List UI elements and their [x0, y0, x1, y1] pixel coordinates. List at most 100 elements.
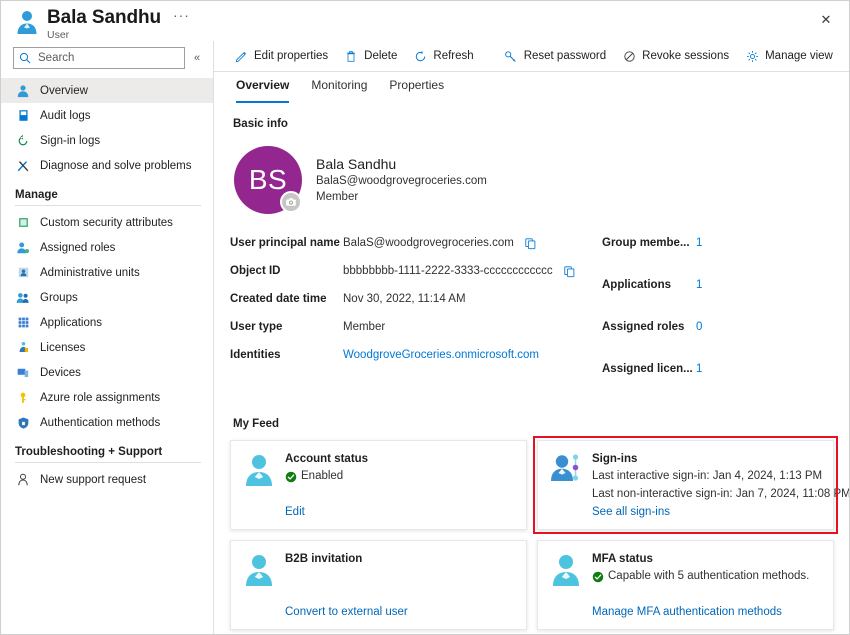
- person-icon: [550, 552, 584, 620]
- blade-header: Bala Sandhu ··· User ✕: [1, 1, 849, 41]
- info-row-assigned-roles: Assigned roles 0: [602, 316, 835, 338]
- my-feed-heading: My Feed: [233, 418, 835, 430]
- revoke-sessions-button[interactable]: Revoke sessions: [614, 44, 737, 68]
- status-badge: Enabled: [285, 469, 514, 484]
- person-icon: [243, 552, 277, 620]
- card-status-text: Capable with 5 authentication methods.: [608, 569, 809, 584]
- blade-body: « Overview Audi: [1, 41, 849, 634]
- tab-bar: Overview Monitoring Properties: [214, 78, 849, 106]
- tab-monitoring[interactable]: Monitoring: [300, 78, 378, 100]
- card-sign-ins[interactable]: Sign-ins Last interactive sign-in: Jan 4…: [537, 440, 834, 530]
- card-title: MFA status: [592, 552, 821, 567]
- reset-password-button[interactable]: Reset password: [496, 44, 614, 68]
- sidebar-item-label: Sign-in logs: [40, 135, 100, 147]
- more-actions-button[interactable]: ···: [173, 8, 190, 22]
- copy-icon[interactable]: [524, 237, 537, 250]
- card-body: MFA status Capable with 5 authentication…: [592, 552, 821, 620]
- card-title: Sign-ins: [592, 452, 821, 467]
- sidebar-item-assigned-roles[interactable]: Assigned roles: [1, 235, 213, 260]
- info-value: BalaS@woodgrovegroceries.com: [343, 237, 514, 249]
- info-row-user-type: User type Member: [230, 316, 602, 338]
- groups-icon: [15, 290, 31, 306]
- assigned-roles-icon: [15, 240, 31, 256]
- sidebar-item-label: Audit logs: [40, 110, 91, 122]
- sidebar-item-label: Authentication methods: [40, 417, 160, 429]
- wrench-icon: [15, 158, 31, 174]
- sidebar-item-groups[interactable]: Groups: [1, 285, 213, 310]
- sidebar-item-diagnose-and-solve-problems[interactable]: Diagnose and solve problems: [1, 153, 213, 178]
- sidebar-item-overview[interactable]: Overview: [1, 78, 213, 103]
- info-value-count[interactable]: 1: [696, 237, 702, 249]
- refresh-button[interactable]: Refresh: [405, 44, 481, 68]
- sidebar-item-label: Devices: [40, 367, 81, 379]
- info-row-created-date-time: Created date time Nov 30, 2022, 11:14 AM: [230, 288, 602, 310]
- sidebar-search-row: «: [1, 47, 213, 69]
- basic-info-heading: Basic info: [233, 118, 835, 130]
- administrative-units-icon: [15, 265, 31, 281]
- search-input[interactable]: [36, 51, 184, 65]
- page-title: Bala Sandhu: [47, 7, 161, 28]
- search-box[interactable]: [13, 47, 185, 69]
- info-label: Assigned roles: [602, 321, 696, 333]
- sidebar-item-administrative-units[interactable]: Administrative units: [1, 260, 213, 285]
- card-account-status[interactable]: Account status Enabled Edit: [230, 440, 527, 530]
- sidebar-item-label: Custom security attributes: [40, 217, 173, 229]
- key-icon: [504, 49, 518, 63]
- toolbar-button-label: Edit properties: [254, 50, 328, 62]
- sidebar-item-label: Azure role assignments: [40, 392, 160, 404]
- see-all-sign-ins-link[interactable]: See all sign-ins: [592, 505, 821, 520]
- toolbar-button-label: Refresh: [433, 50, 473, 62]
- manage-mfa-authentication-methods-link[interactable]: Manage MFA authentication methods: [592, 605, 821, 620]
- info-value-count[interactable]: 1: [696, 363, 702, 375]
- info-label: User principal name: [230, 237, 343, 249]
- convert-to-external-user-link[interactable]: Convert to external user: [285, 605, 514, 620]
- info-label: Group membe...: [602, 237, 696, 249]
- info-value-count[interactable]: 0: [696, 321, 702, 333]
- info-row-object-id: Object ID bbbbbbbb-1111-2222-3333-cccccc…: [230, 260, 602, 282]
- info-label: User type: [230, 321, 343, 333]
- sidebar-item-licenses[interactable]: Licenses: [1, 335, 213, 360]
- tab-overview[interactable]: Overview: [225, 78, 300, 100]
- collapse-sidebar-button[interactable]: «: [187, 52, 207, 64]
- overview-panel: Basic info BS: [214, 106, 849, 634]
- card-b2b-invitation[interactable]: B2B invitation Convert to external user: [230, 540, 527, 630]
- delete-button[interactable]: Delete: [336, 44, 405, 68]
- identity-email: BalaS@woodgrovegroceries.com: [316, 173, 487, 189]
- status-badge: Capable with 5 authentication methods.: [592, 569, 821, 584]
- basic-info-grid: User principal name BalaS@woodgrovegroce…: [230, 232, 835, 400]
- edit-link[interactable]: Edit: [285, 505, 514, 520]
- info-label: Created date time: [230, 293, 343, 305]
- sidebar-item-authentication-methods[interactable]: Authentication methods: [1, 410, 213, 435]
- key-icon: [15, 390, 31, 406]
- sidebar-divider: [15, 205, 201, 206]
- sidebar-item-azure-role-assignments[interactable]: Azure role assignments: [1, 385, 213, 410]
- page-subtitle: User: [47, 29, 190, 41]
- sidebar-item-audit-logs[interactable]: Audit logs: [1, 103, 213, 128]
- sidebar-item-label: Applications: [40, 317, 102, 329]
- manage-view-button[interactable]: Manage view: [737, 44, 841, 68]
- sidebar-item-label: Administrative units: [40, 267, 140, 279]
- info-value: Nov 30, 2022, 11:14 AM: [343, 293, 466, 305]
- sidebar-item-label: Diagnose and solve problems: [40, 160, 192, 172]
- identities-link[interactable]: WoodgroveGroceries.onmicrosoft.com: [343, 349, 539, 361]
- security-attribute-icon: [15, 215, 31, 231]
- sidebar-item-applications[interactable]: Applications: [1, 310, 213, 335]
- edit-properties-button[interactable]: Edit properties: [226, 44, 336, 68]
- licenses-icon: [15, 340, 31, 356]
- close-icon[interactable]: ✕: [813, 7, 839, 33]
- info-value-count[interactable]: 1: [696, 279, 702, 291]
- info-value: bbbbbbbb-1111-2222-3333-cccccccccccc: [343, 265, 553, 277]
- sidebar-item-sign-in-logs[interactable]: Sign-in logs: [1, 128, 213, 153]
- sidebar-item-custom-security-attributes[interactable]: Custom security attributes: [1, 210, 213, 235]
- info-row-user-principal-name: User principal name BalaS@woodgrovegroce…: [230, 232, 602, 254]
- sidebar-item-new-support-request[interactable]: New support request: [1, 467, 213, 492]
- tab-properties[interactable]: Properties: [378, 78, 455, 100]
- card-mfa-status[interactable]: MFA status Capable with 5 authentication…: [537, 540, 834, 630]
- person-icon: [243, 452, 277, 520]
- sidebar-item-devices[interactable]: Devices: [1, 360, 213, 385]
- identity-block: BS Bala Sandhu BalaS@woodgrove: [234, 146, 835, 214]
- copy-icon[interactable]: [563, 265, 576, 278]
- camera-icon[interactable]: [280, 191, 302, 213]
- info-value: Member: [343, 321, 385, 333]
- check-circle-icon: [592, 571, 604, 583]
